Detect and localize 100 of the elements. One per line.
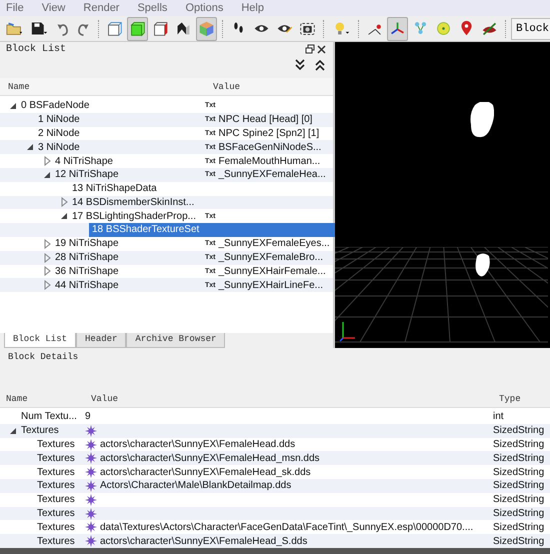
field-name: Num Textu...: [21, 411, 77, 422]
menu-item[interactable]: View: [42, 0, 66, 16]
collapsed-arrow-icon[interactable]: [59, 197, 69, 208]
expand-all-icon[interactable]: [295, 59, 305, 71]
field-value[interactable]: data\Textures\Actors\Character\FaceGenData\FaceTint\_SunnyEX.esp\00000D70....: [100, 522, 474, 533]
column-header[interactable]: Name: [0, 82, 205, 92]
expanded-arrow-icon[interactable]: [8, 426, 18, 436]
tree-item[interactable]: 36 NiTriShape: [55, 266, 119, 277]
collapsed-arrow-icon[interactable]: [42, 280, 52, 290]
expanded-arrow-icon[interactable]: [8, 100, 18, 111]
tree-item[interactable]: 3 NiNode: [38, 142, 80, 153]
tab[interactable]: Archive Browser: [126, 333, 226, 348]
panel-title: Block Details: [7, 351, 80, 364]
menu-item[interactable]: Render: [83, 0, 120, 16]
tab[interactable]: Block List: [4, 333, 76, 348]
block-button[interactable]: Block: [511, 18, 550, 40]
field-name: Textures: [37, 522, 75, 533]
field-name: Textures: [37, 508, 75, 519]
column-header[interactable]: Type: [493, 394, 550, 404]
tree-item[interactable]: 0 BSFadeNode: [21, 100, 90, 112]
node-value: _SunnyEXHairLineFe...: [218, 280, 324, 291]
node-value: _SunnyEXFemaleHea...: [218, 169, 326, 180]
field-name: Textures: [37, 480, 75, 492]
save-icon: [30, 20, 49, 37]
tree-item[interactable]: 13 NiTriShapeData: [72, 183, 157, 194]
field-name: Textures: [37, 536, 75, 547]
collapse-all-icon[interactable]: [315, 59, 325, 71]
menu-item[interactable]: Spells: [137, 0, 168, 16]
node-value: NPC Spine2 [Spn2] [1]: [218, 128, 320, 139]
field-name: Textures: [21, 425, 59, 436]
field-value[interactable]: actors\character\SunnyEX\FemaleHead_msn.dds: [100, 452, 320, 464]
field-name: Textures: [37, 466, 75, 478]
tree-item[interactable]: 17 BSLightingShaderProp...: [72, 210, 196, 222]
tree-item[interactable]: 4 NiTriShape: [55, 156, 113, 167]
expanded-arrow-icon[interactable]: [59, 211, 69, 222]
field-type: SizedString: [493, 508, 546, 519]
cube-outline-icon: [106, 20, 124, 37]
column-header[interactable]: Value: [85, 394, 493, 404]
tree-item[interactable]: 44 NiTriShape: [55, 280, 119, 291]
node-value: FemaleMouthHuman...: [218, 156, 320, 167]
field-name: Textures: [37, 494, 75, 506]
panel-title: Block List: [6, 44, 68, 54]
field-name: Textures: [37, 439, 75, 450]
field-value[interactable]: actors\character\SunnyEX\FemaleHead.dds: [100, 439, 296, 450]
string-icon: [85, 466, 97, 478]
string-icon: [85, 494, 97, 506]
tree-item[interactable]: 1 NiNode: [38, 114, 80, 126]
expanded-arrow-icon[interactable]: [42, 170, 52, 180]
field-type: SizedString: [493, 452, 546, 464]
disc-icon: [434, 20, 452, 37]
field-type: SizedString: [493, 494, 546, 506]
menu-item[interactable]: Help: [241, 0, 264, 16]
head-model-drawing: [470, 102, 494, 138]
field-type: SizedString: [493, 522, 546, 533]
string-icon: [85, 480, 97, 492]
collapsed-arrow-icon[interactable]: [42, 238, 52, 249]
close-icon[interactable]: [315, 44, 327, 54]
string-icon: [85, 438, 97, 451]
field-value[interactable]: Actors\Character\Male\BlankDetailmap.dds: [100, 480, 292, 492]
tree-item[interactable]: 28 NiTriShape: [55, 252, 119, 264]
menu-item[interactable]: Options: [185, 0, 224, 16]
string-icon: [85, 508, 97, 520]
menu-item[interactable]: File: [6, 0, 24, 16]
collapsed-arrow-icon[interactable]: [42, 252, 52, 263]
field-type: SizedString: [493, 536, 546, 547]
field-type: int: [493, 411, 505, 422]
tree-item[interactable]: 2 NiNode: [38, 128, 80, 139]
tree-item[interactable]: 18 BSShaderTextureSet: [89, 223, 335, 237]
camera-icon: [299, 20, 316, 37]
cube-icon: [129, 20, 146, 37]
field-type: SizedString: [493, 466, 546, 478]
string-icon: [85, 452, 97, 464]
tab[interactable]: Header: [76, 333, 126, 348]
hidden-icon: [480, 20, 498, 37]
string-icon: [85, 424, 97, 437]
folder-icon: [5, 20, 24, 37]
axes-icon: [388, 20, 406, 37]
node-value: BSFaceGenNiNodeS...: [218, 142, 322, 153]
field-value[interactable]: 9: [85, 411, 91, 422]
model-drawing: [474, 253, 490, 277]
column-header[interactable]: Value: [205, 82, 333, 92]
field-type: SizedString: [493, 439, 546, 450]
float-icon[interactable]: [305, 44, 315, 54]
field-value[interactable]: actors\character\SunnyEX\FemaleHead_S.dds: [100, 536, 308, 547]
tree-item[interactable]: 12 NiTriShape: [55, 169, 119, 180]
axes-gizmo-icon: [339, 320, 357, 342]
node-value: NPC Head [Head] [0]: [218, 114, 312, 126]
field-name: Textures: [37, 452, 75, 464]
field-value[interactable]: actors\character\SunnyEX\FemaleHead_sk.dds: [100, 466, 311, 478]
column-header[interactable]: Name: [0, 394, 85, 404]
tree-item[interactable]: 19 NiTriShape: [55, 238, 119, 250]
shape-icon: [175, 20, 192, 37]
expanded-arrow-icon[interactable]: [25, 142, 35, 152]
cube-icon: [152, 20, 170, 37]
node-value: _SunnyEXFemaleBro...: [218, 252, 323, 264]
textured-cube-icon: [198, 20, 216, 37]
string-icon: [85, 535, 97, 548]
field-type: SizedString: [493, 425, 546, 436]
collapsed-arrow-icon[interactable]: [42, 266, 52, 276]
node-value: _SunnyEXHairFemale...: [218, 266, 326, 277]
